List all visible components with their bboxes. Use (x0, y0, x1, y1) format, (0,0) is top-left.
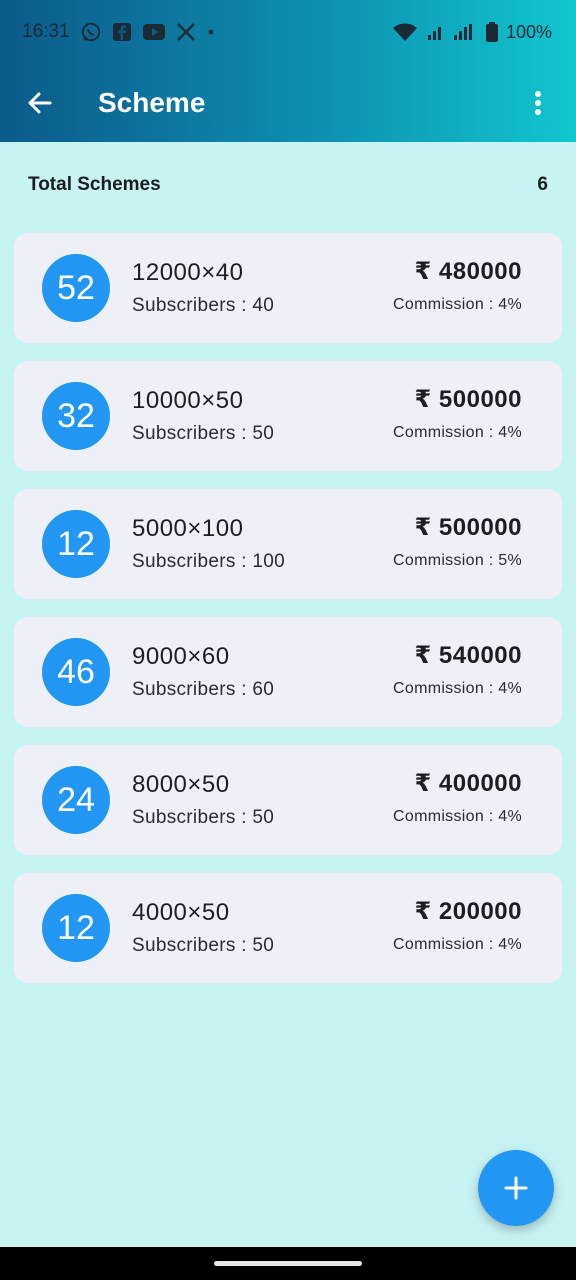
wifi-icon (392, 22, 418, 42)
scheme-list: 52 12000×40 Subscribers : 40 ₹ 480000 Co… (14, 233, 562, 1001)
scheme-commission: Commission : 4% (393, 680, 522, 697)
scheme-amount: ₹ 480000 (414, 258, 522, 285)
scheme-badge: 24 (42, 766, 110, 834)
scheme-card[interactable]: 52 12000×40 Subscribers : 40 ₹ 480000 Co… (14, 233, 562, 343)
scheme-badge: 46 (42, 638, 110, 706)
scheme-card[interactable]: 32 10000×50 Subscribers : 50 ₹ 500000 Co… (14, 361, 562, 471)
battery-icon (485, 22, 498, 42)
youtube-icon (142, 23, 166, 41)
scheme-name: 8000×50 (132, 771, 230, 798)
scheme-subscribers: Subscribers : 60 (132, 679, 275, 700)
scheme-card[interactable]: 46 9000×60 Subscribers : 60 ₹ 540000 Com… (14, 617, 562, 727)
arrow-left-icon (28, 92, 52, 114)
back-button[interactable] (22, 85, 58, 121)
x-icon (176, 22, 196, 42)
scheme-badge: 12 (42, 894, 110, 962)
scheme-subscribers: Subscribers : 50 (132, 423, 275, 444)
scheme-amount: ₹ 500000 (414, 514, 522, 541)
scheme-card[interactable]: 12 5000×100 Subscribers : 100 ₹ 500000 C… (14, 489, 562, 599)
scheme-badge: 12 (42, 510, 110, 578)
total-schemes-count: 6 (537, 174, 548, 195)
add-scheme-button[interactable] (478, 1150, 554, 1226)
total-schemes-row: Total Schemes 6 (28, 170, 548, 200)
scheme-subscribers: Subscribers : 50 (132, 935, 275, 956)
scheme-card[interactable]: 12 4000×50 Subscribers : 50 ₹ 200000 Com… (14, 873, 562, 983)
scheme-badge: 52 (42, 254, 110, 322)
scheme-subscribers: Subscribers : 50 (132, 807, 275, 828)
signal-icon (426, 23, 478, 41)
scheme-subscribers: Subscribers : 100 (132, 551, 285, 572)
home-gesture-pill[interactable] (214, 1261, 362, 1266)
scheme-commission: Commission : 4% (393, 808, 522, 825)
more-vertical-icon (535, 91, 541, 115)
app-bar: 16:31 100% Scheme (0, 0, 576, 142)
scheme-amount: ₹ 200000 (414, 898, 522, 925)
system-nav-bar (0, 1247, 576, 1280)
status-bar: 16:31 100% (0, 0, 576, 64)
scheme-name: 4000×50 (132, 899, 230, 926)
scheme-amount: ₹ 400000 (414, 770, 522, 797)
scheme-badge: 32 (42, 382, 110, 450)
toolbar: Scheme (0, 64, 576, 142)
scheme-amount: ₹ 540000 (414, 642, 522, 669)
status-time: 16:31 (22, 21, 70, 42)
page-title: Scheme (98, 87, 206, 118)
scheme-name: 5000×100 (132, 515, 244, 542)
scheme-amount: ₹ 500000 (414, 386, 522, 413)
battery-percentage: 100% (505, 21, 552, 42)
scheme-name: 10000×50 (132, 387, 244, 414)
total-schemes-label: Total Schemes (28, 174, 161, 195)
scheme-commission: Commission : 5% (393, 552, 522, 569)
more-options-button[interactable] (520, 85, 556, 121)
plus-icon (504, 1176, 528, 1200)
scheme-name: 9000×60 (132, 643, 230, 670)
scheme-commission: Commission : 4% (393, 424, 522, 441)
scheme-commission: Commission : 4% (393, 936, 522, 953)
dot-icon (206, 27, 216, 37)
scheme-commission: Commission : 4% (393, 296, 522, 313)
scheme-card[interactable]: 24 8000×50 Subscribers : 50 ₹ 400000 Com… (14, 745, 562, 855)
scheme-name: 12000×40 (132, 259, 244, 286)
whatsapp-icon (80, 21, 102, 43)
scheme-subscribers: Subscribers : 40 (132, 295, 275, 316)
facebook-icon (112, 22, 132, 42)
